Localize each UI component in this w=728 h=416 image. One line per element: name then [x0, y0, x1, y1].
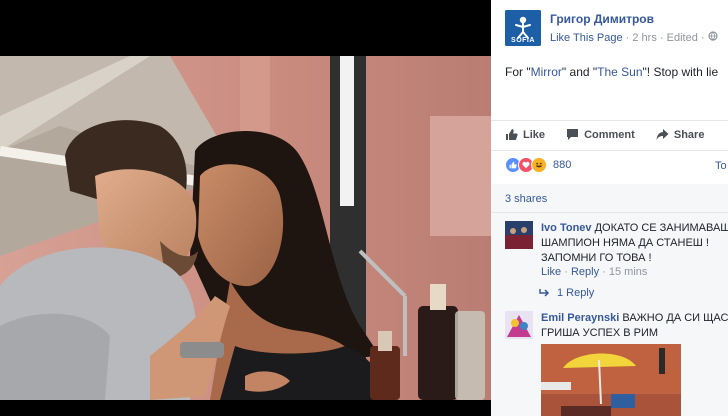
audience-icon[interactable]: [708, 31, 718, 44]
comment-image[interactable]: [541, 344, 681, 416]
shares-link[interactable]: 3 shares: [505, 193, 547, 205]
meta-dot: ·: [659, 32, 667, 44]
post-side-panel: SOFIA Григор Димитров Like This Page · 2…: [491, 0, 728, 416]
comment-icon: [567, 129, 579, 140]
post-time[interactable]: 2 hrs: [632, 32, 656, 44]
comment-reply-link[interactable]: Reply: [571, 266, 599, 278]
post-photo[interactable]: [0, 56, 491, 400]
photo-viewer: [0, 0, 491, 416]
reply-arrow-icon: [539, 289, 550, 297]
share-icon: [656, 129, 669, 140]
reactions-summary[interactable]: 880: [505, 157, 571, 173]
meta-dot: ·: [700, 32, 708, 44]
top-comments-link[interactable]: To: [715, 160, 727, 172]
comment-like-link[interactable]: Like: [541, 266, 561, 278]
viewer-bottom-bar: [0, 400, 491, 416]
divider: [491, 120, 728, 121]
divider: [491, 212, 728, 213]
edited-label[interactable]: Edited: [667, 32, 698, 44]
comment-text: ЗАПОМНИ ГО ТОВА !: [541, 252, 652, 264]
post-meta: Like This Page · 2 hrs · Edited ·: [550, 31, 718, 44]
post-text: For "Mirror" and "The Sun"! Stop with li…: [505, 65, 719, 79]
comment-text: ГРИША УСПЕХ В РИМ: [541, 327, 659, 339]
avatar[interactable]: [505, 311, 533, 339]
view-replies-link[interactable]: 1 Reply: [539, 287, 594, 299]
share-button[interactable]: Share: [656, 128, 704, 141]
avatar[interactable]: [505, 221, 533, 249]
haha-reaction-icon: [531, 157, 547, 173]
comment-text: ВАЖНО ДА СИ ЩАСТ: [622, 312, 728, 324]
like-page-link[interactable]: Like This Page: [550, 32, 623, 44]
logo-text: SOFIA: [511, 37, 535, 44]
comment-text: ШАМПИОН НЯМА ДА СТАНЕШ !: [541, 237, 709, 249]
comment-time[interactable]: 15 mins: [609, 266, 648, 278]
comment-body: Ivo Tonev ДОКАТО СЕ ЗАНИМАВАШ С ШАМПИОН …: [541, 221, 728, 278]
divider: [491, 150, 728, 151]
comment-meta: Like · Reply · 15 mins: [541, 266, 648, 278]
post-actions: Like Comment Share: [505, 128, 722, 144]
mirror-link[interactable]: Mirror: [531, 65, 562, 79]
comment-author[interactable]: Ivo Tonev: [541, 222, 592, 234]
page-name-link[interactable]: Григор Димитров: [550, 12, 654, 26]
comment-text: ДОКАТО СЕ ЗАНИМАВАШ С: [594, 222, 728, 234]
comment-author[interactable]: Emil Peraynski: [541, 312, 619, 324]
reaction-count: 880: [553, 159, 572, 171]
page-avatar[interactable]: SOFIA: [505, 10, 541, 46]
comment-button[interactable]: Comment: [566, 128, 635, 141]
like-button[interactable]: Like: [505, 128, 545, 141]
comment-body: Emil Peraynski ВАЖНО ДА СИ ЩАСТ ГРИША УС…: [541, 311, 728, 341]
the-sun-link[interactable]: The Sun: [597, 65, 642, 79]
thumbs-up-icon: [506, 129, 518, 140]
